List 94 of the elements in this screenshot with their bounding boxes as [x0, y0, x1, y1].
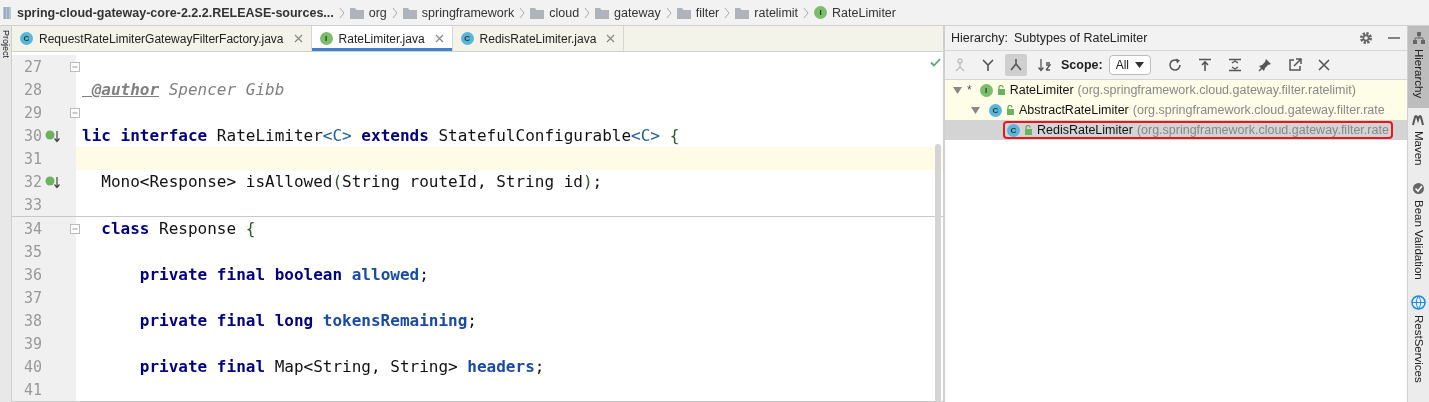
- code-line: private final Map<String, String> headers;: [138, 357, 545, 376]
- line-number: 31: [22, 149, 42, 168]
- code-line: private final long tokensRemaining;: [138, 311, 477, 330]
- line-number: 30: [22, 126, 42, 145]
- globe-icon: [1411, 295, 1426, 311]
- breadcrumb-item[interactable]: org: [368, 5, 387, 20]
- editor-tab[interactable]: C RequestRateLimiterGatewayFilterFactory.java: [12, 26, 312, 51]
- class-icon: C: [20, 32, 33, 45]
- folder-icon: [735, 6, 750, 19]
- subtypes-icon: [1009, 58, 1023, 72]
- editor-tab[interactable]: I RateLimiter.java: [311, 26, 453, 51]
- class-icon: C: [989, 103, 1002, 117]
- close-icon[interactable]: [606, 34, 616, 43]
- pin-icon[interactable]: [1258, 58, 1273, 72]
- subtypes-hierarchy-button[interactable]: [1005, 54, 1027, 76]
- marker-text: *: [967, 83, 972, 97]
- breadcrumb-item[interactable]: ratelimit: [754, 5, 799, 20]
- project-icon: [2, 5, 12, 20]
- code-line: @author Spencer Gibb: [90, 80, 285, 99]
- line-number: 36: [22, 265, 42, 284]
- scope-label: Scope:: [1061, 58, 1103, 72]
- maven-icon: [1411, 114, 1426, 127]
- breadcrumb-item[interactable]: filter: [695, 5, 720, 20]
- breadcrumb-item[interactable]: gateway: [614, 5, 661, 20]
- supertypes-icon: [953, 58, 967, 72]
- code-line: lic interface RateLimiter<C> extends StatefulConfigurable<C> {: [82, 126, 680, 145]
- interface-icon: I: [814, 6, 828, 19]
- tool-window-tab[interactable]: RestServices: [1408, 289, 1429, 394]
- panel-subtitle: Subtypes of RateLimiter: [1013, 31, 1148, 45]
- chevron-icon: [519, 5, 526, 20]
- line-number: 40: [22, 357, 42, 376]
- code-line: class Response {: [100, 219, 256, 238]
- lock-icon: [996, 85, 1006, 95]
- line-number: 37: [22, 288, 42, 307]
- line-number: 39: [22, 334, 42, 353]
- breadcrumb-item[interactable]: spring-cloud-gateway-core-2.2.2.RELEASE-sources...: [17, 5, 334, 20]
- type-icon: [981, 58, 995, 72]
- chevron-icon: [338, 5, 345, 20]
- breadcrumb-item[interactable]: springframework: [421, 5, 515, 20]
- tree-item[interactable]: C RedisRateLimiter (org.springframework.cloud.gateway.filter.rate: [1003, 121, 1393, 139]
- tool-window-tab[interactable]: Hierarchy: [1408, 26, 1429, 109]
- breadcrumb-item[interactable]: RateLimiter: [832, 5, 896, 20]
- breadcrumb-item[interactable]: cloud: [549, 5, 580, 20]
- editor-tab[interactable]: C RedisRateLimiter.java: [452, 26, 625, 51]
- tool-window-tab[interactable]: Bean Validation: [1408, 175, 1429, 290]
- folder-icon: [676, 6, 691, 19]
- close-icon[interactable]: [293, 34, 303, 43]
- class-icon: C: [1007, 123, 1020, 137]
- interface-icon: I: [319, 32, 333, 45]
- expand-arrow-icon[interactable]: [953, 85, 962, 95]
- close-icon[interactable]: [434, 34, 444, 43]
- folder-icon: [530, 6, 545, 19]
- code-line: private final boolean allowed;: [138, 265, 429, 284]
- folder-icon: [402, 6, 417, 19]
- tool-window-tab[interactable]: Maven: [1408, 108, 1429, 176]
- tree-item[interactable]: I RateLimiter (org.springframework.cloud.gateway.filter.ratelimit): [975, 81, 1360, 99]
- folder-icon: [595, 6, 610, 19]
- refresh-icon[interactable]: [1168, 58, 1183, 72]
- chevron-icon: [584, 5, 591, 20]
- line-number: 33: [22, 195, 42, 214]
- settings-icon[interactable]: [1359, 31, 1373, 45]
- line-number: 38: [22, 311, 42, 330]
- line-number: 27: [22, 57, 42, 76]
- line-number: 28: [22, 80, 42, 99]
- scope-dropdown[interactable]: All: [1108, 55, 1152, 75]
- chevron-icon: [724, 5, 731, 20]
- folder-icon: [349, 6, 364, 19]
- open-in-window-icon[interactable]: [1288, 58, 1303, 72]
- hierarchy-icon: [1412, 32, 1425, 44]
- chevron-icon: [665, 5, 672, 20]
- implemented-icon[interactable]: [45, 128, 63, 143]
- expand-all-icon[interactable]: [1228, 58, 1243, 72]
- checkmark-icon: [930, 58, 941, 67]
- lock-icon: [1024, 125, 1033, 135]
- check-badge-icon: [1412, 181, 1425, 195]
- sort-icon: [1037, 58, 1051, 72]
- close-icon[interactable]: [1318, 59, 1331, 71]
- line-number: 34: [22, 219, 42, 238]
- chevron-icon: [803, 5, 810, 20]
- code-line: Mono<Response> isAllowed(String routeId, String id);: [100, 172, 603, 191]
- export-icon[interactable]: [1198, 58, 1213, 72]
- implemented-icon[interactable]: [45, 174, 63, 189]
- scrollbar[interactable]: [935, 144, 941, 402]
- chevron-icon: [391, 5, 398, 20]
- lock-icon: [1006, 105, 1015, 115]
- line-number: 29: [22, 103, 42, 122]
- line-number: 35: [22, 242, 42, 261]
- class-icon: C: [460, 32, 474, 45]
- line-number: 41: [22, 380, 42, 399]
- expand-arrow-icon[interactable]: [971, 105, 980, 115]
- line-number: 32: [22, 172, 42, 191]
- dropdown-arrow-icon: [1135, 62, 1145, 68]
- interface-icon: I: [979, 83, 993, 97]
- panel-title: Hierarchy:: [951, 31, 1008, 45]
